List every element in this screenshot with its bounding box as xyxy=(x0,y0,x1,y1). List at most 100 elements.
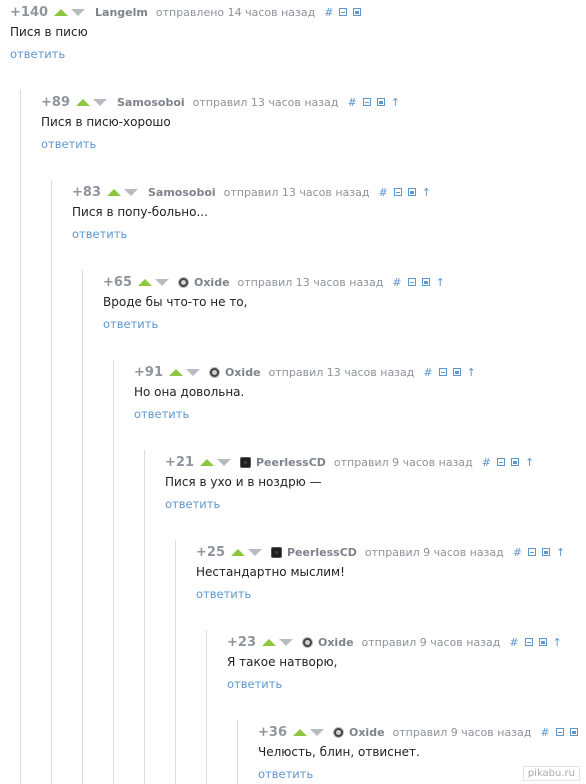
user-avatar[interactable] xyxy=(239,456,251,468)
permalink-icon[interactable]: # xyxy=(392,276,401,289)
save-icon[interactable] xyxy=(569,728,578,736)
comment-author[interactable]: Samosoboi xyxy=(148,186,216,199)
comment-author[interactable]: Samosoboi xyxy=(117,96,185,109)
save-icon[interactable] xyxy=(541,548,550,556)
parent-comment-icon[interactable]: ↑ xyxy=(553,636,562,649)
collapse-icon[interactable] xyxy=(393,188,402,196)
downvote-icon[interactable] xyxy=(278,638,293,646)
downvote-icon[interactable] xyxy=(185,368,200,376)
comment-rating: +25 xyxy=(196,544,225,560)
downvote-icon[interactable] xyxy=(216,458,231,466)
upvote-icon[interactable] xyxy=(292,728,307,736)
user-avatar[interactable] xyxy=(301,636,313,648)
comment-time: отправил 13 часов назад xyxy=(223,185,370,199)
save-icon[interactable] xyxy=(510,458,519,466)
parent-comment-icon[interactable]: ↑ xyxy=(436,276,445,289)
permalink-icon[interactable]: # xyxy=(482,456,491,469)
parent-comment-icon[interactable]: ↑ xyxy=(525,456,534,469)
user-avatar[interactable] xyxy=(270,546,282,558)
reply-link[interactable]: ответить xyxy=(134,407,189,421)
upvote-icon[interactable] xyxy=(261,638,276,646)
comment-text: Я такое натворю, xyxy=(227,655,338,669)
upvote-icon[interactable] xyxy=(199,458,214,466)
permalink-icon[interactable]: # xyxy=(513,546,522,559)
comment-tools: #↑ xyxy=(423,366,481,379)
comment-header: +91 Oxide отправил 13 часов назад # ↑ xyxy=(134,364,482,380)
reply-link[interactable]: ответить xyxy=(165,497,220,511)
reply-link[interactable]: ответить xyxy=(103,317,158,331)
thread-line xyxy=(51,180,52,784)
user-avatar[interactable] xyxy=(332,726,344,738)
reply-link[interactable]: ответить xyxy=(41,137,96,151)
comment-author[interactable]: Oxide xyxy=(194,276,230,289)
upvote-icon[interactable] xyxy=(106,188,121,196)
comment-author[interactable]: Langelm xyxy=(95,6,148,19)
comment-rating: +140 xyxy=(10,4,49,20)
comment-time: отправил 9 часов назад xyxy=(392,725,532,739)
collapse-icon[interactable] xyxy=(339,8,348,16)
reply-link[interactable]: ответить xyxy=(10,47,65,61)
user-avatar[interactable] xyxy=(177,276,189,288)
permalink-icon[interactable]: # xyxy=(423,366,432,379)
permalink-icon[interactable]: # xyxy=(324,6,333,19)
downvote-icon[interactable] xyxy=(123,188,138,196)
collapse-icon[interactable] xyxy=(438,368,447,376)
vote-controls xyxy=(54,8,86,16)
collapse-icon[interactable] xyxy=(496,458,505,466)
reply-link[interactable]: ответить xyxy=(227,677,282,691)
permalink-icon[interactable]: # xyxy=(540,726,549,739)
comment-header: +25 PeerlessCD отправил 9 часов назад # ↑ xyxy=(196,544,571,560)
permalink-icon[interactable]: # xyxy=(379,186,388,199)
upvote-icon[interactable] xyxy=(230,548,245,556)
vote-controls xyxy=(75,98,107,106)
parent-comment-icon[interactable]: ↑ xyxy=(391,96,400,109)
save-icon[interactable] xyxy=(376,98,385,106)
upvote-icon[interactable] xyxy=(75,98,90,106)
downvote-icon[interactable] xyxy=(309,728,324,736)
comment-time: отправил 9 часов назад xyxy=(361,635,501,649)
save-icon[interactable] xyxy=(407,188,416,196)
vote-controls xyxy=(137,278,169,286)
permalink-icon[interactable]: # xyxy=(348,96,357,109)
collapse-icon[interactable] xyxy=(555,728,564,736)
save-icon[interactable] xyxy=(538,638,547,646)
comment-author[interactable]: Oxide xyxy=(318,636,354,649)
vote-controls xyxy=(106,188,138,196)
reply-link[interactable]: ответить xyxy=(196,587,251,601)
comment-author[interactable]: Oxide xyxy=(349,726,385,739)
collapse-icon[interactable] xyxy=(362,98,371,106)
reply-link[interactable]: ответить xyxy=(258,767,313,781)
vote-controls xyxy=(199,458,231,466)
upvote-icon[interactable] xyxy=(54,8,69,16)
collapse-icon[interactable] xyxy=(524,638,533,646)
comment-time: отправлено 14 часов назад xyxy=(155,5,316,19)
parent-comment-icon[interactable]: ↑ xyxy=(422,186,431,199)
vote-controls xyxy=(292,728,324,736)
comment-author[interactable]: Oxide xyxy=(225,366,261,379)
reply-link[interactable]: ответить xyxy=(72,227,127,241)
parent-comment-icon[interactable]: ↑ xyxy=(467,366,476,379)
parent-comment-icon[interactable]: ↑ xyxy=(556,546,565,559)
collapse-icon[interactable] xyxy=(407,278,416,286)
comment-rating: +65 xyxy=(103,274,132,290)
comment-author[interactable]: PeerlessCD xyxy=(256,456,326,469)
upvote-icon[interactable] xyxy=(137,278,152,286)
collapse-icon[interactable] xyxy=(527,548,536,556)
comment-tools: #↑ xyxy=(482,456,540,469)
comment-header: +21 PeerlessCD отправил 9 часов назад # ↑ xyxy=(165,454,540,470)
comment-author[interactable]: PeerlessCD xyxy=(287,546,357,559)
comment-text: Вроде бы что-то не то, xyxy=(103,295,248,309)
save-icon[interactable] xyxy=(421,278,430,286)
downvote-icon[interactable] xyxy=(71,8,86,16)
comment-time: отправил 13 часов назад xyxy=(192,95,339,109)
upvote-icon[interactable] xyxy=(168,368,183,376)
save-icon[interactable] xyxy=(452,368,461,376)
comment-rating: +21 xyxy=(165,454,194,470)
downvote-icon[interactable] xyxy=(247,548,262,556)
user-avatar[interactable] xyxy=(208,366,220,378)
downvote-icon[interactable] xyxy=(154,278,169,286)
comment-text: Пися в писю-хорошо xyxy=(41,115,171,129)
downvote-icon[interactable] xyxy=(92,98,107,106)
permalink-icon[interactable]: # xyxy=(509,636,518,649)
save-icon[interactable] xyxy=(353,8,362,16)
